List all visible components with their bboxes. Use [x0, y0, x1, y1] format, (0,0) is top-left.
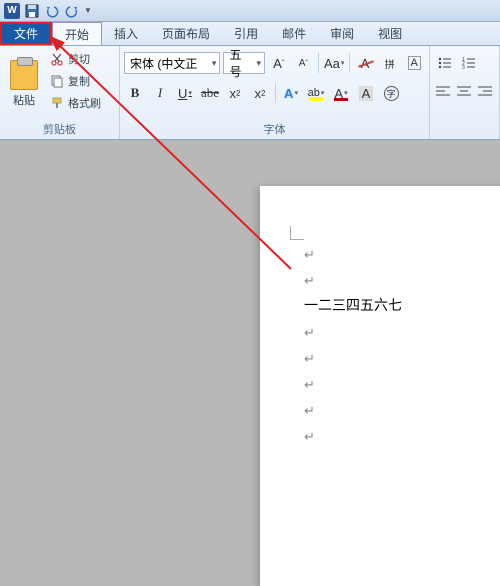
- highlight-button[interactable]: ab▾: [305, 82, 327, 104]
- paragraph-mark: ↵: [304, 424, 500, 450]
- file-tab[interactable]: 文件: [0, 22, 52, 45]
- scissors-icon: [50, 52, 64, 66]
- strikethrough-button[interactable]: abe: [199, 82, 221, 104]
- font-group-label: 字体: [124, 119, 425, 139]
- font-size-combo[interactable]: 五号: [223, 52, 265, 74]
- align-center-button[interactable]: [455, 83, 474, 103]
- document-text-line[interactable]: 一二三四五六七: [304, 294, 500, 320]
- format-painter-button[interactable]: 格式刷: [46, 92, 105, 114]
- numbering-button[interactable]: 123: [458, 52, 480, 74]
- copy-label: 复制: [68, 73, 90, 89]
- clear-formatting-button[interactable]: A: [354, 52, 376, 74]
- copy-button[interactable]: 复制: [46, 70, 105, 92]
- italic-button[interactable]: I: [149, 82, 171, 104]
- paragraph-group-label: [434, 135, 495, 139]
- clipboard-group-label: 剪贴板: [4, 119, 115, 139]
- tab-page-layout[interactable]: 页面布局: [150, 22, 222, 45]
- paragraph-mark: ↵: [304, 320, 500, 346]
- shrink-font-button[interactable]: Aˇ: [293, 52, 315, 74]
- paragraph-mark: ↵: [304, 372, 500, 398]
- font-group: 宋体 (中文正 五号 Aˆ Aˇ Aa▾ A 拼 A B I U▾ abe x2…: [120, 46, 430, 139]
- document-page[interactable]: ↵ ↵ 一二三四五六七 ↵ ↵ ↵ ↵ ↵: [260, 186, 500, 586]
- ribbon: 粘贴 剪切 复制: [0, 46, 500, 140]
- change-case-button[interactable]: Aa▾: [323, 52, 345, 74]
- cut-label: 剪切: [68, 51, 90, 67]
- font-name-combo[interactable]: 宋体 (中文正: [124, 52, 220, 74]
- paragraph-mark: ↵: [304, 346, 500, 372]
- grow-font-button[interactable]: Aˆ: [268, 52, 290, 74]
- text-effects-button[interactable]: A▾: [280, 82, 302, 104]
- undo-button[interactable]: [44, 3, 60, 19]
- cut-button[interactable]: 剪切: [46, 48, 105, 70]
- bullets-button[interactable]: [434, 52, 456, 74]
- paragraph-mark: ↵: [304, 268, 500, 294]
- paste-button[interactable]: 粘贴: [4, 48, 44, 119]
- paragraph-mark: ↵: [304, 398, 500, 424]
- title-bar: W ▼: [0, 0, 500, 22]
- ribbon-tabs: 文件 开始 插入 页面布局 引用 邮件 审阅 视图: [0, 22, 500, 46]
- clipboard-group: 粘贴 剪切 复制: [0, 46, 120, 139]
- enclose-characters-button[interactable]: 字: [380, 82, 402, 104]
- tab-references[interactable]: 引用: [222, 22, 270, 45]
- underline-button[interactable]: U▾: [174, 82, 196, 104]
- copy-icon: [50, 74, 64, 88]
- bold-button[interactable]: B: [124, 82, 146, 104]
- format-painter-label: 格式刷: [68, 95, 101, 111]
- font-color-button[interactable]: A▾: [330, 82, 352, 104]
- paste-label: 粘贴: [13, 92, 35, 108]
- character-border-button[interactable]: A: [403, 52, 425, 74]
- qat-customize-dropdown[interactable]: ▼: [84, 6, 92, 15]
- tab-review[interactable]: 审阅: [318, 22, 366, 45]
- paragraph-group: 123: [430, 46, 500, 139]
- subscript-button[interactable]: x2: [224, 82, 246, 104]
- align-left-button[interactable]: [434, 83, 453, 103]
- margin-corner-icon: [290, 226, 304, 240]
- document-workspace[interactable]: ↵ ↵ 一二三四五六七 ↵ ↵ ↵ ↵ ↵: [0, 140, 500, 500]
- word-app-icon: W: [4, 3, 20, 19]
- phonetic-guide-button[interactable]: 拼: [379, 52, 401, 74]
- tab-mailings[interactable]: 邮件: [270, 22, 318, 45]
- tab-home[interactable]: 开始: [52, 22, 102, 45]
- redo-button[interactable]: [64, 3, 80, 19]
- tab-view[interactable]: 视图: [366, 22, 414, 45]
- align-right-button[interactable]: [476, 83, 495, 103]
- superscript-button[interactable]: x2: [249, 82, 271, 104]
- paragraph-mark: ↵: [304, 242, 500, 268]
- save-button[interactable]: [24, 3, 40, 19]
- tab-insert[interactable]: 插入: [102, 22, 150, 45]
- svg-text:3: 3: [462, 65, 465, 71]
- character-shading-button[interactable]: A: [355, 82, 377, 104]
- brush-icon: [50, 96, 64, 110]
- paste-icon: [10, 60, 38, 90]
